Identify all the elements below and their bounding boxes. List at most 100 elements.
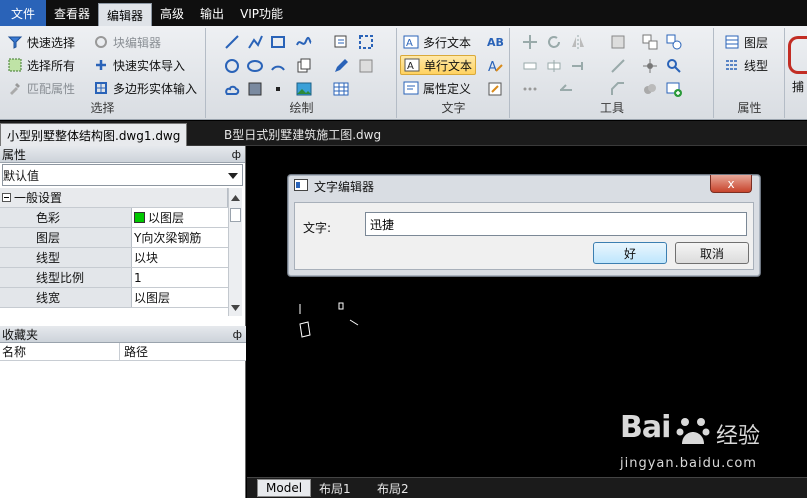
quick-import-label: 快速实体导入 bbox=[113, 58, 186, 73]
edit-note-icon[interactable] bbox=[486, 80, 504, 98]
pline-icon[interactable] bbox=[246, 33, 264, 51]
col-name[interactable]: 名称 bbox=[0, 343, 120, 360]
layout-tab-model[interactable]: Model bbox=[257, 479, 312, 497]
brush-icon bbox=[7, 80, 23, 96]
attdef-button[interactable]: 属性定义 bbox=[400, 78, 474, 98]
search-icon[interactable] bbox=[665, 57, 683, 75]
arc-icon[interactable] bbox=[269, 57, 287, 75]
gradient-icon[interactable] bbox=[246, 80, 264, 98]
point-icon[interactable] bbox=[269, 80, 287, 98]
region-icon[interactable] bbox=[357, 33, 375, 51]
dialog-titlebar[interactable]: 文字编辑器 bbox=[288, 175, 760, 198]
hatch-icon[interactable] bbox=[357, 57, 375, 75]
dialog-close-button[interactable]: x bbox=[710, 175, 752, 193]
trim-icon[interactable] bbox=[545, 57, 563, 75]
group-icon[interactable] bbox=[641, 33, 659, 51]
plus-icon bbox=[93, 57, 109, 73]
cloud-icon[interactable] bbox=[641, 80, 659, 98]
rotate-icon[interactable] bbox=[545, 33, 563, 51]
property-row[interactable]: 图层 Y向次梁钢筋 bbox=[0, 228, 228, 248]
scroll-down-icon[interactable] bbox=[231, 300, 240, 314]
menu-advanced[interactable]: 高级 bbox=[152, 0, 192, 26]
property-row[interactable]: 线宽 以图层 bbox=[0, 288, 228, 308]
doc-tab-2[interactable]: B型日式别墅建筑施工图.dwg bbox=[218, 123, 387, 146]
menu-vip[interactable]: VIP功能 bbox=[232, 0, 291, 26]
quick-import-button[interactable]: 快速实体导入 bbox=[90, 55, 188, 75]
polygon-input-button[interactable]: 多边形实体输入 bbox=[90, 78, 200, 98]
text-edit-icon[interactable]: A bbox=[486, 57, 504, 75]
select-all-icon bbox=[7, 57, 23, 73]
pin-icon[interactable]: ф bbox=[233, 328, 242, 341]
layout-tab-1[interactable]: 布局1 bbox=[311, 479, 359, 497]
dots-icon[interactable] bbox=[521, 80, 539, 98]
chamfer-icon[interactable] bbox=[609, 80, 627, 98]
line-icon[interactable] bbox=[223, 33, 241, 51]
property-value: 1 bbox=[132, 268, 228, 287]
property-key: 线宽 bbox=[0, 288, 132, 307]
layer-icon bbox=[724, 34, 740, 50]
circle-icon[interactable] bbox=[223, 57, 241, 75]
match-props-label: 匹配属性 bbox=[27, 81, 76, 96]
match-props-button[interactable]: 匹配属性 bbox=[4, 78, 78, 98]
linetype-button[interactable]: 线型 bbox=[721, 55, 771, 75]
property-row[interactable]: 线型比例 1 bbox=[0, 268, 228, 288]
extend-icon[interactable] bbox=[569, 57, 587, 75]
menu-editor[interactable]: 编辑器 bbox=[98, 3, 153, 26]
layer-button[interactable]: 图层 bbox=[721, 32, 771, 52]
table-icon[interactable] bbox=[332, 80, 350, 98]
cancel-button[interactable]: 取消 bbox=[675, 242, 749, 264]
quick-select-button[interactable]: 快速选择 bbox=[4, 32, 78, 52]
image-icon[interactable] bbox=[295, 80, 313, 98]
properties-combo[interactable]: 默认值 bbox=[2, 164, 243, 186]
move-icon[interactable] bbox=[521, 33, 539, 51]
ellipse-icon[interactable] bbox=[246, 57, 264, 75]
stext-button[interactable]: A 单行文本 bbox=[400, 55, 477, 75]
mirror-icon[interactable] bbox=[569, 33, 587, 51]
offset-icon[interactable] bbox=[557, 80, 575, 98]
properties-scrollbar[interactable] bbox=[228, 188, 242, 316]
rectangle-icon[interactable] bbox=[269, 33, 287, 51]
stretch-icon[interactable] bbox=[521, 57, 539, 75]
insert-block-icon[interactable] bbox=[332, 33, 350, 51]
explode-icon[interactable] bbox=[609, 57, 627, 75]
add-icon[interactable] bbox=[665, 80, 683, 98]
array-icon[interactable] bbox=[609, 33, 627, 51]
property-key: 线型 bbox=[0, 248, 132, 267]
category-row[interactable]: 一般设置 bbox=[0, 188, 228, 208]
pencil-icon[interactable] bbox=[332, 57, 350, 75]
text-input[interactable] bbox=[365, 212, 747, 236]
collapse-icon[interactable] bbox=[2, 193, 11, 202]
property-value: 以块 bbox=[132, 248, 228, 267]
menu-output[interactable]: 输出 bbox=[192, 0, 232, 26]
pin-icon[interactable]: ф bbox=[232, 148, 241, 161]
menu-viewer[interactable]: 查看器 bbox=[46, 0, 98, 26]
scroll-thumb[interactable] bbox=[230, 208, 241, 222]
svg-text:A: A bbox=[406, 38, 413, 49]
revcloud-icon[interactable] bbox=[223, 80, 241, 98]
favorites-panel-title: 收藏夹 ф bbox=[0, 326, 246, 343]
text-style-icon[interactable]: AB bbox=[486, 33, 504, 51]
measure-icon[interactable] bbox=[641, 57, 659, 75]
block-editor-button[interactable]: 块编辑器 bbox=[90, 32, 164, 52]
ok-button[interactable]: 好 bbox=[593, 242, 667, 264]
property-row[interactable]: 线型 以块 bbox=[0, 248, 228, 268]
capture-icon[interactable] bbox=[788, 36, 807, 74]
property-row[interactable]: 色彩 以图层 bbox=[0, 208, 228, 228]
menu-file[interactable]: 文件 bbox=[0, 0, 46, 26]
layout-tab-2[interactable]: 布局2 bbox=[369, 479, 417, 497]
favorites-header: 名称 路径 bbox=[0, 343, 246, 361]
text-group-label: 文字 bbox=[441, 101, 466, 115]
ungroup-icon[interactable] bbox=[665, 33, 683, 51]
mtext-button[interactable]: A 多行文本 bbox=[400, 32, 474, 52]
mtext-label: 多行文本 bbox=[423, 35, 472, 50]
select-all-button[interactable]: 选择所有 bbox=[4, 55, 78, 75]
capture-label: 捕 bbox=[792, 80, 805, 94]
doc-tab-active[interactable]: 小型别墅整体结构图.dwg1.dwg bbox=[0, 123, 188, 146]
copy-icon[interactable] bbox=[295, 57, 313, 75]
watermark-brand: Bai bbox=[620, 410, 671, 445]
property-value: 以图层 bbox=[132, 288, 228, 307]
scroll-up-icon[interactable] bbox=[231, 190, 240, 204]
spline-icon[interactable] bbox=[295, 33, 313, 51]
col-path[interactable]: 路径 bbox=[120, 343, 246, 360]
text-label: 文字: bbox=[303, 221, 332, 235]
